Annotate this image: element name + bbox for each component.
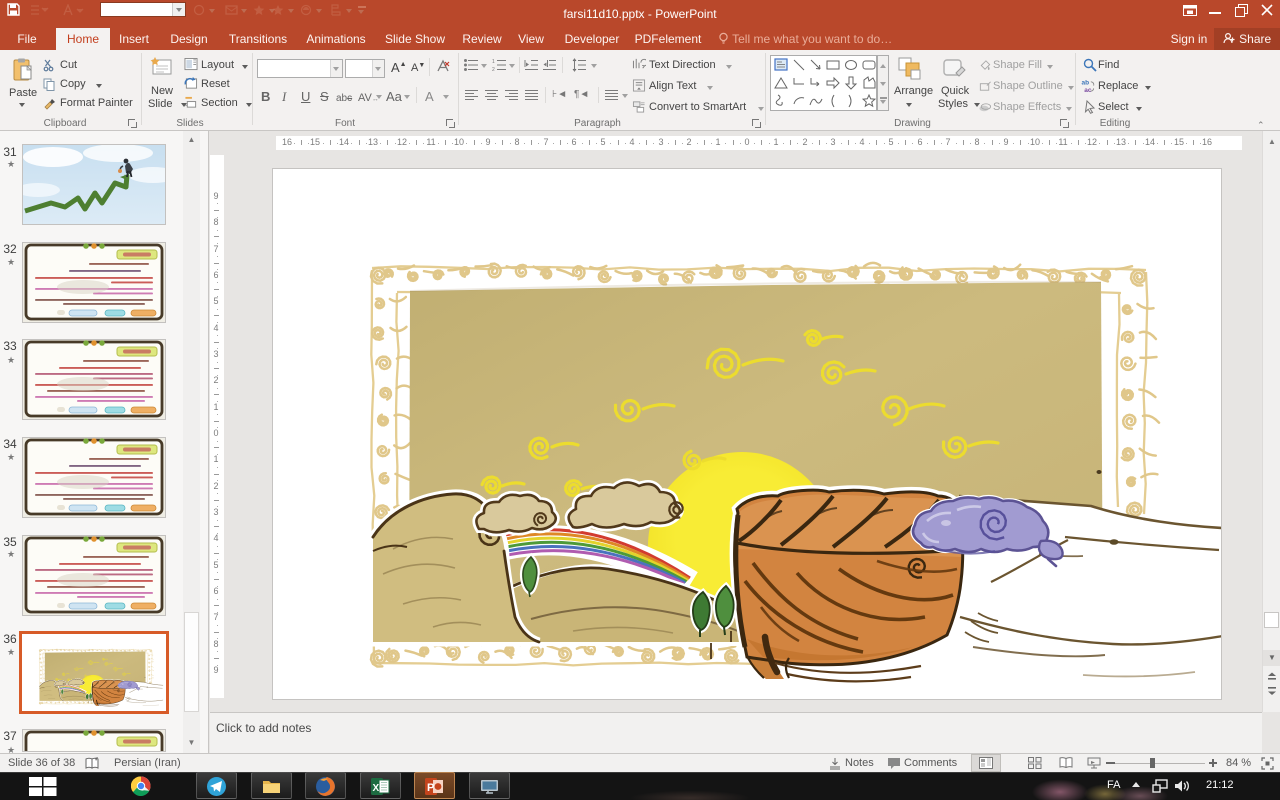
svg-text:ac: ac [1084,87,1092,93]
svg-text:ab: ab [1082,80,1090,87]
svg-text:X: X [373,783,380,794]
svg-text:P: P [427,782,434,794]
svg-text:1: 1 [492,59,495,65]
svg-text:2: 2 [492,67,495,72]
